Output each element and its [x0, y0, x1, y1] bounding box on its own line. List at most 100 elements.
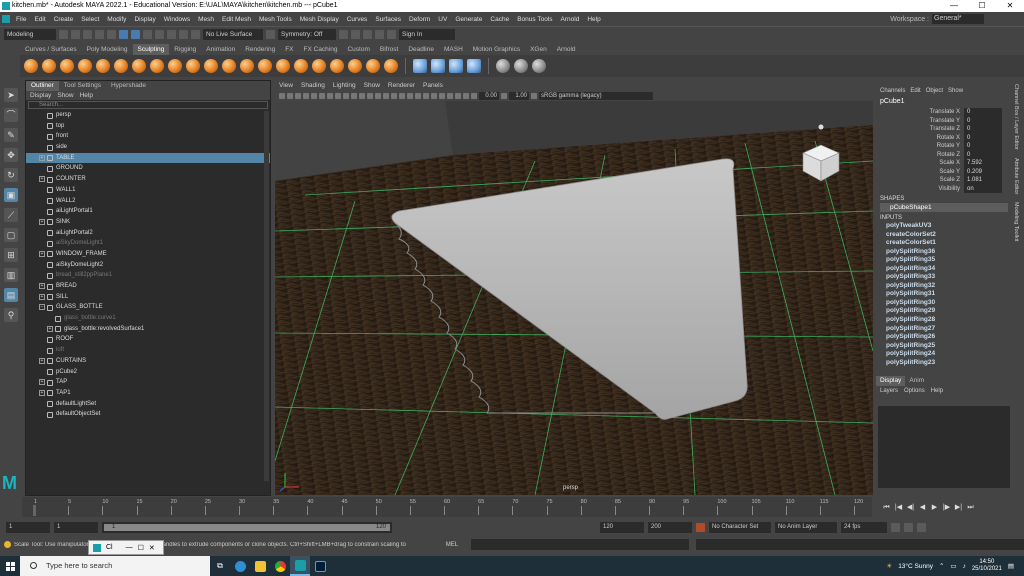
channel-label[interactable]: Translate Y — [876, 117, 964, 126]
viewport-panel[interactable]: View Shading Lighting Show Renderer Panels 0.… — [275, 80, 873, 495]
render-settings-icon[interactable] — [363, 30, 372, 39]
four-view-icon[interactable]: ⊞ — [4, 248, 18, 262]
ambient-occlusion-icon[interactable] — [407, 93, 413, 99]
outliner-item[interactable]: + WINDOW_FRAME — [26, 249, 270, 260]
outliner-tab-tool-settings[interactable]: Tool Settings — [59, 81, 106, 91]
channel-label[interactable]: Scale X — [876, 159, 964, 168]
safe-action-icon[interactable] — [351, 93, 357, 99]
play-backwards-icon[interactable]: ◀ — [918, 503, 927, 512]
outliner-item[interactable]: − GLASS_BOTTLE — [26, 302, 270, 313]
audio-icon[interactable] — [904, 522, 913, 532]
start-button[interactable] — [0, 556, 20, 576]
channel-menu-channels[interactable]: Channels — [880, 88, 905, 94]
rotate-tool-icon[interactable]: ↻ — [4, 168, 18, 182]
relax-tool-icon[interactable] — [60, 59, 74, 73]
channel-menu-edit[interactable]: Edit — [910, 88, 920, 94]
layer-tab-display[interactable]: Display — [876, 376, 906, 386]
outliner-item[interactable]: + TAP1 — [26, 388, 270, 399]
expand-toggle-icon[interactable]: + — [39, 218, 45, 225]
select-component-icon[interactable] — [143, 30, 152, 39]
snap-grid-icon[interactable] — [155, 30, 164, 39]
unfreeze-tool-icon[interactable] — [366, 59, 380, 73]
menu-bonus-tools[interactable]: Bonus Tools — [513, 16, 556, 23]
character-set-dropdown[interactable]: No Character Set — [709, 521, 771, 533]
scene-end-field[interactable]: 200 — [648, 521, 692, 533]
menu-display[interactable]: Display — [130, 16, 159, 23]
menu-edit[interactable]: Edit — [30, 16, 49, 23]
channel-value-field[interactable]: 0 — [964, 142, 1002, 151]
expand-toggle-icon[interactable]: + — [39, 379, 45, 386]
foamy-tool-icon[interactable] — [132, 59, 146, 73]
ipr-render-icon[interactable] — [351, 30, 360, 39]
select-tool-icon[interactable]: ➤ — [4, 88, 18, 102]
channel-label[interactable]: Scale Y — [876, 168, 964, 177]
outliner-item[interactable]: glass_bottle:curve1 — [26, 313, 270, 324]
shelf-tab-poly-modeling[interactable]: Poly Modeling — [82, 44, 133, 55]
input-node[interactable]: createColorSet2 — [876, 231, 1012, 240]
channel-label[interactable]: Rotate X — [876, 134, 964, 143]
xray-active-icon[interactable] — [463, 93, 469, 99]
layer-menu-layers[interactable]: Layers — [880, 386, 898, 396]
taskbar-preview-popup[interactable]: Cl — ☐ ✕ — [88, 540, 164, 555]
input-node[interactable]: polySplitRing36 — [876, 248, 1012, 257]
outliner-item[interactable]: persp — [26, 110, 270, 121]
photoshop-icon[interactable] — [310, 556, 330, 576]
snap-point-icon[interactable] — [179, 30, 188, 39]
menu-arnold[interactable]: Arnold — [557, 16, 584, 23]
menu-deform[interactable]: Deform — [405, 16, 434, 23]
smooth-shade-icon[interactable] — [367, 93, 373, 99]
input-node[interactable]: polySplitRing28 — [876, 316, 1012, 325]
channel-label[interactable]: Visibility — [876, 185, 964, 194]
expand-toggle-icon[interactable]: + — [39, 250, 45, 257]
outliner-search-input[interactable]: Search... — [28, 101, 268, 109]
wireframe-icon[interactable] — [359, 93, 365, 99]
render-icon[interactable] — [339, 30, 348, 39]
channel-menu-show[interactable]: Show — [948, 88, 963, 94]
menu-curves[interactable]: Curves — [343, 16, 372, 23]
expand-toggle-icon[interactable]: + — [39, 389, 45, 396]
render-view-icon[interactable] — [387, 30, 396, 39]
anti-aliasing-icon[interactable] — [423, 93, 429, 99]
shelf-tab-xgen[interactable]: XGen — [525, 44, 552, 55]
viewport-menu-lighting[interactable]: Lighting — [333, 80, 356, 91]
menu-generate[interactable]: Generate — [451, 16, 486, 23]
show-hidden-icons-icon[interactable]: ⌃ — [939, 562, 944, 570]
outliner-item[interactable]: ROOF — [26, 334, 270, 345]
outliner-item[interactable]: aiSkyDomeLight1 — [26, 238, 270, 249]
maximize-button[interactable]: ☐ — [968, 0, 996, 12]
live-surface-field[interactable]: No Live Surface — [203, 29, 263, 40]
loop-icon[interactable] — [891, 522, 900, 532]
sets-tool-icon[interactable] — [496, 59, 510, 73]
isolate-select-icon[interactable] — [439, 93, 445, 99]
play-forwards-icon[interactable]: ▶ — [930, 503, 939, 512]
input-node[interactable]: polySplitRing27 — [876, 325, 1012, 334]
viewport-scene[interactable]: persp — [275, 101, 873, 495]
channel-box-object-name[interactable]: pCube1 — [876, 98, 1012, 108]
menu-modify[interactable]: Modify — [103, 16, 130, 23]
mask-tool-icon[interactable] — [348, 59, 362, 73]
exposure-field[interactable]: 0.00 — [479, 92, 499, 100]
channel-label[interactable]: Rotate Z — [876, 151, 964, 160]
outliner-scrollbar[interactable] — [264, 111, 269, 481]
open-scene-icon[interactable] — [71, 30, 80, 39]
freeze-tool-icon[interactable] — [330, 59, 344, 73]
weather-text[interactable]: 13°C Sunny — [898, 563, 933, 570]
outliner-item[interactable]: + COUNTER — [26, 174, 270, 185]
gamma-field[interactable]: 1.00 — [509, 92, 529, 100]
menu-uv[interactable]: UV — [434, 16, 451, 23]
uv-grid-tool-icon[interactable] — [431, 59, 445, 73]
auto-key-icon[interactable] — [696, 522, 705, 532]
file-explorer-icon[interactable] — [250, 556, 270, 576]
current-time-marker[interactable] — [33, 505, 36, 516]
lasso-tool-icon[interactable]: ⌒ — [4, 108, 18, 122]
menu-mesh[interactable]: Mesh — [194, 16, 218, 23]
mel-command-input[interactable] — [471, 539, 690, 550]
shadows-icon[interactable] — [399, 93, 405, 99]
expand-toggle-icon[interactable]: − — [39, 304, 45, 311]
sculpt-mesh-settings-tool-icon[interactable] — [413, 59, 427, 73]
shelf-tab-deadline[interactable]: Deadline — [403, 44, 439, 55]
go-to-start-icon[interactable]: ⏮ — [882, 503, 891, 512]
edge-icon[interactable] — [230, 556, 250, 576]
field-chart-icon[interactable] — [343, 93, 349, 99]
shelf-tab-fx[interactable]: FX — [280, 44, 298, 55]
